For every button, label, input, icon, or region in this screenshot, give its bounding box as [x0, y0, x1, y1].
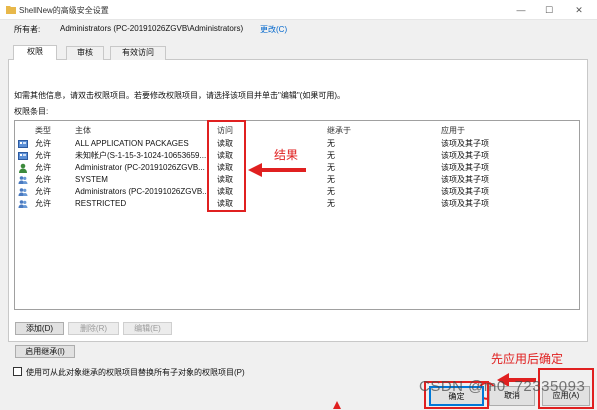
- entry-principal: RESTRICTED: [75, 199, 127, 208]
- entry-type: 允许: [35, 139, 51, 148]
- watermark: CSDN @m0_72335093: [419, 378, 586, 395]
- entry-inherited-from: 无: [327, 163, 335, 172]
- column-header-applies-to[interactable]: 应用于: [441, 125, 465, 136]
- entry-type: 允许: [35, 151, 51, 160]
- owner-label: 所有者:: [14, 25, 41, 34]
- remove-button[interactable]: 删除(R): [68, 322, 119, 335]
- user-icon: [19, 163, 27, 173]
- package-group-icon: [18, 152, 28, 160]
- entry-type: 允许: [35, 187, 51, 196]
- edit-button[interactable]: 编辑(E): [123, 322, 172, 335]
- entry-principal: Administrators (PC-20191026ZGVB...: [75, 187, 209, 196]
- window-title: ShellNew的高级安全设置: [19, 6, 109, 15]
- package-group-icon: [18, 140, 28, 148]
- column-header-type[interactable]: 类型: [35, 125, 51, 136]
- entry-inherited-from: 无: [327, 139, 335, 148]
- group-icon: [18, 176, 28, 184]
- entry-applies-to: 该项及其子项: [441, 163, 489, 172]
- result-annotation: 结果: [274, 148, 299, 162]
- entry-principal: 未知帐户(S-1-15-3-1024-10653659...: [75, 151, 207, 160]
- close-button[interactable]: ✕: [565, 0, 593, 20]
- entry-applies-to: 该项及其子项: [441, 199, 489, 208]
- tab-auditing[interactable]: 审核: [66, 46, 104, 60]
- entry-applies-to: 该项及其子项: [441, 187, 489, 196]
- info-text: 如需其他信息，请双击权限项目。若要修改权限项目，请选择该项目并单击"编辑"(如果…: [14, 91, 346, 100]
- folder-icon: [6, 6, 16, 14]
- entry-type: 允许: [35, 199, 51, 208]
- minimize-button[interactable]: —: [507, 0, 535, 20]
- entry-type: 允许: [35, 163, 51, 172]
- column-header-principal[interactable]: 主体: [75, 125, 91, 136]
- access-column-highlight-box: [207, 120, 246, 212]
- tab-permissions[interactable]: 权限: [13, 45, 57, 60]
- entry-principal: ALL APPLICATION PACKAGES: [75, 139, 189, 148]
- group-icon: [18, 188, 28, 196]
- enable-inheritance-button[interactable]: 启用继承(I): [15, 345, 75, 358]
- entry-inherited-from: 无: [327, 187, 335, 196]
- entry-applies-to: 该项及其子项: [441, 175, 489, 184]
- red-arrow-left-icon: [248, 163, 306, 177]
- group-icon: [18, 200, 28, 208]
- table-row[interactable]: 允许 Administrators (PC-20191026ZGVB... 读取…: [15, 186, 575, 198]
- add-button[interactable]: 添加(D): [15, 322, 64, 335]
- entry-applies-to: 该项及其子项: [441, 139, 489, 148]
- column-header-inherited-from[interactable]: 继承于: [327, 125, 351, 136]
- red-triangle-marker: [333, 401, 341, 409]
- entry-inherited-from: 无: [327, 175, 335, 184]
- owner-value: Administrators (PC-20191026ZGVB\Administ…: [60, 24, 244, 33]
- entry-inherited-from: 无: [327, 199, 335, 208]
- entry-principal: SYSTEM: [75, 175, 108, 184]
- owner-change-link[interactable]: 更改(C): [260, 24, 287, 35]
- entry-type: 允许: [35, 175, 51, 184]
- replace-child-permissions-label: 使用可从此对象继承的权限项目替换所有子对象的权限项目(P): [26, 368, 245, 377]
- entry-inherited-from: 无: [327, 151, 335, 160]
- maximize-button[interactable]: ☐: [535, 0, 563, 20]
- title-bar: ShellNew的高级安全设置 — ☐ ✕: [0, 0, 597, 20]
- replace-child-permissions-checkbox[interactable]: [13, 367, 22, 376]
- tab-effective-access[interactable]: 有效访问: [110, 46, 166, 60]
- table-row[interactable]: 允许 RESTRICTED 读取 无 该项及其子项: [15, 198, 575, 210]
- apply-first-annotation: 先应用后确定: [491, 352, 564, 366]
- permission-entries-label: 权限条目:: [14, 107, 49, 116]
- entry-applies-to: 该项及其子项: [441, 151, 489, 160]
- entry-principal: Administrator (PC-20191026ZGVB...: [75, 163, 205, 172]
